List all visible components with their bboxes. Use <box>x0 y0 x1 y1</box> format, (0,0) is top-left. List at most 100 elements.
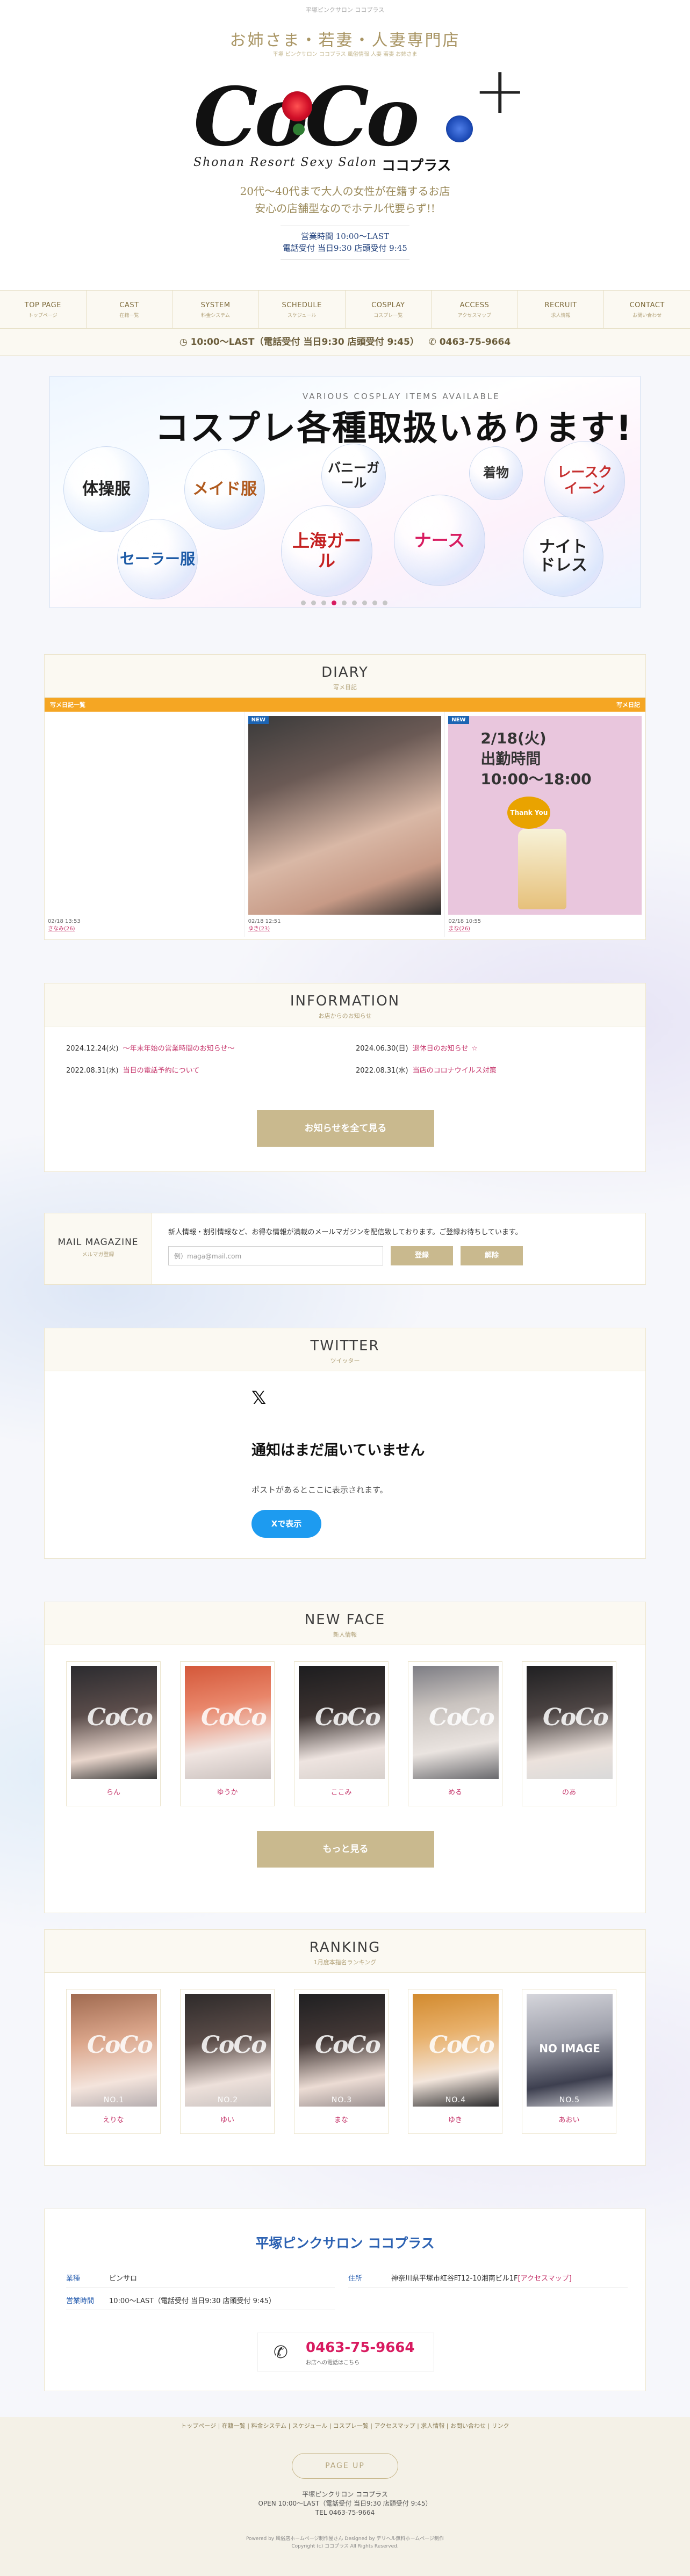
mail-label: MAIL MAGAZINE メルマガ登録 <box>45 1213 152 1284</box>
call-button[interactable]: ✆ 0463-75-9664 お店への電話はこちら <box>257 2333 434 2371</box>
info-item[interactable]: 2022.08.31(水) 当日の電話予約について <box>66 1065 334 1075</box>
diary-name[interactable]: ゆき(23) <box>248 925 281 933</box>
diary-text-date: 2/18(火) <box>480 729 547 747</box>
nav-sublabel: お問い合わせ <box>632 313 662 319</box>
nav-label: CAST <box>119 301 139 309</box>
info-title[interactable]: 当日の電話予約について <box>123 1067 200 1075</box>
infobar-tel[interactable]: 0463-75-9664 <box>440 337 511 348</box>
catch-line-2: 安心の店舗型なのでホテル代要らず!! <box>255 202 435 215</box>
info-title[interactable]: 当店のコロナウイルス対策 <box>413 1067 497 1075</box>
girl-card[interactable]: CoCo ここみ <box>294 1661 389 1806</box>
ranking-section: RANKING 1月度本指名ランキング CoCo NO.1 えりな CoCo NO.2… <box>44 1929 646 2166</box>
new-badge: NEW <box>448 716 469 724</box>
powered-by[interactable]: Powered by 風俗店ホームページ制作屋さん Designed by デリ… <box>0 2535 690 2543</box>
girl-card[interactable]: CoCo らん <box>66 1661 161 1806</box>
rank-card[interactable]: CoCo NO.3 まな <box>294 1989 389 2134</box>
girl-name[interactable]: のあ <box>527 1786 612 1797</box>
diary-section: DIARY 写メ日記 写メ日記一覧 写メ日記 02/18 13:53 さなみ(26… <box>44 654 646 940</box>
diary-list-link[interactable]: 写メ日記一覧 <box>50 700 85 709</box>
diary-image <box>48 716 241 915</box>
info-title[interactable]: 〜年末年始の営業時間のお知らせ〜 <box>123 1045 235 1053</box>
carousel-dot[interactable] <box>362 600 367 605</box>
girl-name[interactable]: める <box>413 1786 498 1797</box>
cosplay-banner[interactable]: VARIOUS COSPLAY ITEMS AVAILABLE コスプレ各種取扱… <box>49 376 641 608</box>
girl-name[interactable]: ゆい <box>185 2114 270 2124</box>
carousel-dot[interactable] <box>321 600 326 605</box>
girl-name[interactable]: まな <box>299 2114 384 2124</box>
section-header: NEW FACE 新人情報 <box>45 1602 645 1645</box>
girl-card[interactable]: CoCo ゆうか <box>180 1661 275 1806</box>
banner-title: コスプレ各種取扱いあります! <box>155 409 633 448</box>
mail-magazine: MAIL MAGAZINE メルマガ登録 新人情報・割引情報など、お得な情報が満… <box>44 1213 646 1285</box>
site-logo[interactable]: CoCo + Shonan Resort Sexy Salon ココプラス <box>183 54 527 174</box>
information-section: INFORMATION お店からのお知らせ 2024.12.24(火) 〜年末年始… <box>44 983 646 1172</box>
carousel-dot[interactable] <box>342 600 347 605</box>
page-up-button[interactable]: PAGE UP <box>292 2453 398 2479</box>
nav-recruit[interactable]: RECRUIT 求人情報 <box>518 291 605 328</box>
diary-post[interactable]: NEW 02/18 12:51 ゆき(23) <box>245 712 445 937</box>
girl-name[interactable]: ゆうか <box>185 1786 270 1797</box>
girl-name[interactable]: らん <box>71 1786 156 1797</box>
access-map-link[interactable]: [アクセスマップ] <box>518 2275 572 2283</box>
register-button[interactable]: 登録 <box>391 1246 453 1265</box>
nav-top[interactable]: TOP PAGE トップページ <box>0 291 87 328</box>
info-item[interactable]: 2022.08.31(水) 当店のコロナウイルス対策 <box>356 1065 624 1075</box>
nav-cast[interactable]: CAST 在籍一覧 <box>87 291 173 328</box>
girl-photo: CoCo NO.4 <box>413 1994 499 2107</box>
carousel-dot[interactable] <box>383 600 387 605</box>
girl-name[interactable]: ゆき <box>413 2114 498 2124</box>
unsubscribe-button[interactable]: 解除 <box>461 1246 523 1265</box>
nav-cosplay[interactable]: COSPLAY コスプレ一覧 <box>346 291 432 328</box>
nav-system[interactable]: SYSTEM 料金システム <box>172 291 259 328</box>
rank-card[interactable]: CoCo NO.1 えりな <box>66 1989 161 2134</box>
tel-number: 0463-75-9664 <box>306 2340 415 2356</box>
diary-post[interactable]: 02/18 13:53 さなみ(26) <box>45 712 245 937</box>
nav-schedule[interactable]: SCHEDULE スケジュール <box>259 291 346 328</box>
diary-image: 2/18(火) 出勤時間 10:00～18:00 Thank You <box>448 716 642 915</box>
nav-contact[interactable]: CONTACT お問い合わせ <box>604 291 690 328</box>
header-catch-sub: 平塚 ピンクサロン ココプラス 風俗情報 人妻 若妻 お姉さま <box>272 52 418 57</box>
info-title[interactable]: 退休日のお知らせ <box>413 1045 469 1053</box>
mail-description: 新人情報・割引情報など、お得な情報が満載のメールマガジンを配信致しております。ご… <box>168 1228 522 1236</box>
more-button[interactable]: もっと見る <box>257 1831 434 1868</box>
girl-name[interactable]: えりな <box>71 2114 156 2124</box>
info-date: 2022.08.31(水) <box>356 1067 408 1075</box>
bubble-item: 上海ガール <box>281 505 372 597</box>
girl-card[interactable]: CoCo める <box>408 1661 502 1806</box>
section-subtitle: 新人情報 <box>333 1631 357 1638</box>
carousel-dot[interactable] <box>352 600 357 605</box>
rank-card[interactable]: CoCo NO.4 ゆき <box>408 1989 502 2134</box>
catch-line-1: 20代～40代まで大人の女性が在籍するお店 <box>240 185 450 198</box>
girl-name[interactable]: あおい <box>527 2114 612 2124</box>
rank-number: NO.3 <box>331 2096 353 2104</box>
bubble-item: レースクイーン <box>544 441 625 522</box>
carousel-dot[interactable] <box>311 600 316 605</box>
info-date: 2024.12.24(火) <box>66 1045 119 1053</box>
diary-post[interactable]: 2/18(火) 出勤時間 10:00～18:00 Thank You NEW 0… <box>445 712 646 937</box>
footer-nav[interactable]: トップページ | 在籍一覧 | 料金システム | スケジュール | コスプレ一覧… <box>0 2421 690 2430</box>
carousel-dot[interactable] <box>332 600 336 605</box>
nav-label: COSPLAY <box>371 301 405 309</box>
rank-card[interactable]: NO IMAGE NO.5 あおい <box>522 1989 616 2134</box>
carousel-dot[interactable] <box>372 600 377 605</box>
diary-image <box>248 716 442 915</box>
nav-access[interactable]: ACCESS アクセスマップ <box>432 291 518 328</box>
view-on-x-button[interactable]: Xで表示 <box>251 1510 321 1538</box>
carousel-dot[interactable] <box>301 600 306 605</box>
info-item[interactable]: 2024.12.24(火) 〜年末年始の営業時間のお知らせ〜 <box>66 1043 334 1053</box>
diary-bar-right[interactable]: 写メ日記 <box>616 700 640 709</box>
phone-icon: ✆ <box>428 337 436 348</box>
footer-tel: TEL 0463-75-9664 <box>315 2509 375 2516</box>
info-item[interactable]: 2024.06.30(日) 退休日のお知らせ ☆ <box>356 1043 624 1053</box>
girl-name[interactable]: ここみ <box>299 1786 384 1797</box>
all-info-button[interactable]: お知らせを全て見る <box>257 1110 434 1147</box>
rank-card[interactable]: CoCo NO.2 ゆい <box>180 1989 275 2134</box>
logo-watermark: CoCo <box>315 1704 381 1731</box>
diary-name[interactable]: さなみ(26) <box>48 925 81 933</box>
diary-name[interactable]: まな(26) <box>448 925 481 933</box>
email-field[interactable]: 例）maga@mail.com <box>168 1246 383 1265</box>
girl-card[interactable]: CoCo のあ <box>522 1661 616 1806</box>
info-date: 2024.06.30(日) <box>356 1045 408 1053</box>
thank-you-sticker: Thank You <box>507 797 551 829</box>
nav-sublabel: 在籍一覧 <box>119 313 139 319</box>
